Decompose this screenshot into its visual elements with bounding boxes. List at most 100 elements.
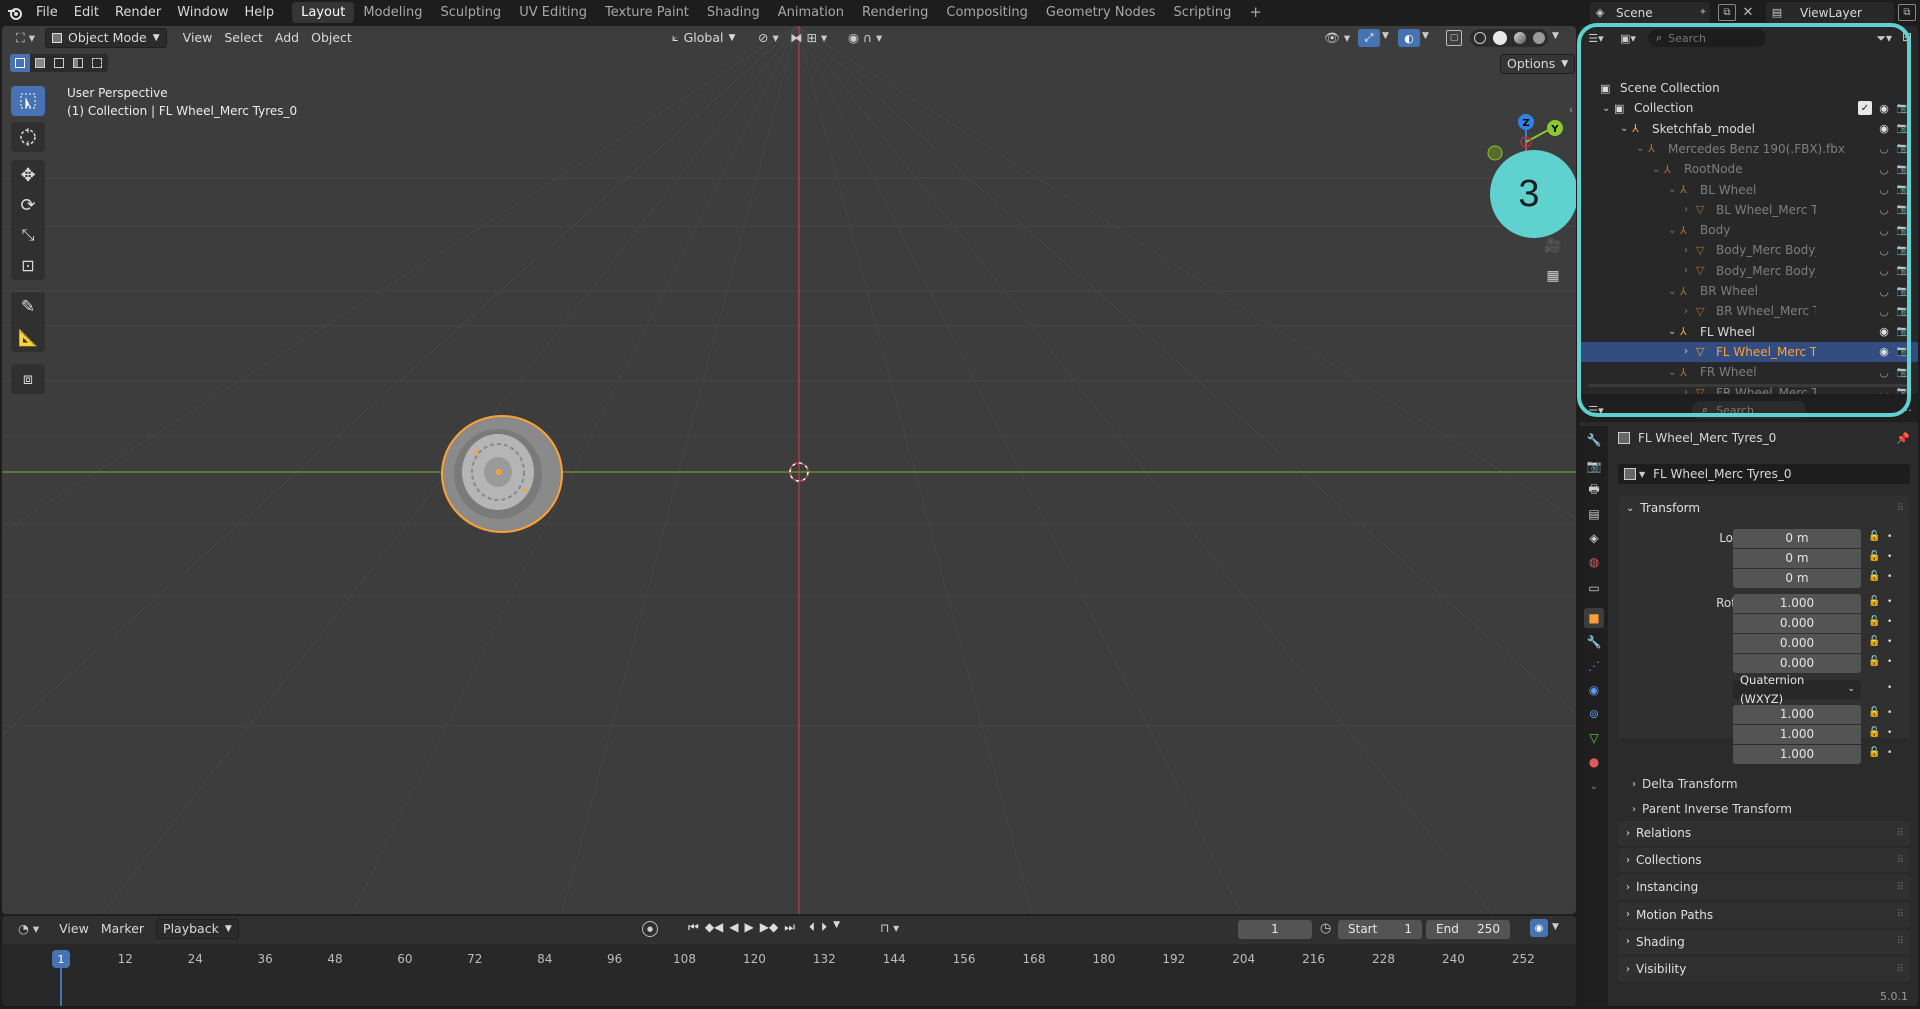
3d-viewport[interactable]: ⛶ ▾ Object Mode ▼ View Select Add Object… — [2, 26, 1576, 914]
xray-icon[interactable]: ▢ — [1446, 30, 1462, 46]
view-toggle-icon[interactable]: ◉ — [1530, 919, 1548, 937]
render-camera-icon[interactable]: 📷 — [1896, 365, 1910, 379]
lock-icon[interactable]: 🔓 — [1868, 707, 1880, 718]
select-subtract-icon[interactable] — [49, 54, 68, 72]
render-camera-icon[interactable]: 📷 — [1896, 162, 1910, 176]
render-camera-icon[interactable]: 📷 — [1896, 223, 1910, 237]
keyframe-dot-icon[interactable]: • — [1887, 617, 1892, 627]
current-frame-field[interactable]: 1 — [1238, 920, 1312, 939]
outliner-row[interactable]: ⌄ ⅄ FR Wheel ◡ 📷 — [1580, 362, 1918, 382]
cursor-tool[interactable] — [11, 122, 45, 152]
lock-icon[interactable]: 🔓 — [1868, 747, 1880, 758]
tab-modeling[interactable]: Modeling — [354, 2, 431, 23]
view-layer-tab-icon[interactable]: ▤ — [1584, 504, 1604, 524]
outliner-row[interactable]: ›▽ BR Wheel_Merc Tyre ◡ 📷 — [1580, 301, 1918, 321]
scene-tab-icon[interactable]: ◈ — [1584, 528, 1604, 548]
panel-shading[interactable]: › Shading ⠿ — [1618, 929, 1910, 954]
keyframe-dot-icon[interactable]: • — [1887, 728, 1892, 738]
lock-icon[interactable]: 🔓 — [1868, 551, 1880, 562]
visibility-eye-icon[interactable]: ◉ — [1877, 325, 1891, 339]
chevron-right-icon[interactable]: › — [1684, 245, 1696, 256]
render-camera-icon[interactable]: 📷 — [1896, 304, 1910, 318]
keyframe-dot-icon[interactable]: • — [1887, 532, 1892, 542]
timeline-menu-view[interactable]: View — [53, 919, 95, 939]
render-tab-icon[interactable]: 📷 — [1584, 456, 1604, 476]
outliner-row[interactable]: ⌄ ⅄ Body ◡ 📷 — [1580, 220, 1918, 240]
tab-sculpting[interactable]: Sculpting — [431, 2, 510, 23]
jump-start-icon[interactable]: ⏮ — [688, 920, 699, 935]
drag-handle-icon[interactable]: ⠿ — [1897, 964, 1904, 975]
measure-tool[interactable]: 📐 — [11, 322, 45, 352]
lock-icon[interactable]: 🔓 — [1868, 531, 1880, 542]
gizmo-toggle-icon[interactable]: ⤢ — [1358, 29, 1380, 47]
chevron-down-icon[interactable]: ⌄ — [1652, 164, 1664, 175]
scale-z-field[interactable]: 1.000 — [1733, 745, 1861, 764]
render-camera-icon[interactable]: 📷 — [1896, 183, 1910, 197]
outliner-scrollbar[interactable] — [1588, 384, 1908, 387]
render-camera-icon[interactable]: 📷 — [1896, 142, 1910, 156]
tab-texture-paint[interactable]: Texture Paint — [596, 2, 698, 23]
new-view-layer-icon[interactable]: ⧉ — [1898, 4, 1916, 21]
menu-file[interactable]: File — [28, 0, 66, 25]
menu-view[interactable]: View — [177, 28, 219, 48]
new-collection-icon[interactable]: ⊞ — [1902, 30, 1912, 44]
render-camera-icon[interactable]: 📷 — [1896, 122, 1910, 136]
view-layer-selector[interactable]: ▤ ViewLayer — [1766, 2, 1894, 23]
drag-handle-icon[interactable]: ⠿ — [1897, 882, 1904, 893]
select-invert-icon[interactable] — [68, 54, 87, 72]
render-camera-icon[interactable]: 📷 — [1896, 284, 1910, 298]
chevron-down-icon[interactable]: ⌄ — [1668, 225, 1680, 236]
drag-handle-icon[interactable]: ⠿ — [1897, 828, 1904, 839]
object-data-icon[interactable] — [1624, 468, 1636, 480]
visibility-eye-icon[interactable]: ◉ — [1877, 122, 1891, 136]
solid-shading-icon[interactable] — [1492, 31, 1507, 45]
outliner-row[interactable]: ›▽ BL Wheel_Merc Tyre ◡ 📷 — [1580, 200, 1918, 220]
chevron-down-icon[interactable]: ⌄ — [1668, 184, 1680, 195]
pin-icon[interactable]: ✦ — [1696, 7, 1710, 18]
keyframe-dot-icon[interactable]: • — [1887, 572, 1892, 582]
chevron-right-icon[interactable]: › — [1684, 265, 1696, 276]
visibility-eye-icon[interactable]: ◡ — [1877, 183, 1891, 197]
proportional-edit-icon[interactable]: ◉ ∩ ▾ — [842, 28, 888, 48]
keyframe-dot-icon[interactable]: • — [1887, 637, 1892, 647]
visibility-eye-icon[interactable]: ◉ — [1877, 345, 1891, 359]
auto-keying-icon[interactable]: ● — [642, 921, 658, 937]
timeline-menu-marker[interactable]: Marker — [95, 919, 150, 939]
next-frame-icon[interactable]: ⏵ — [821, 920, 827, 935]
delete-scene-icon[interactable]: ✕ — [1740, 4, 1756, 21]
tab-uv-editing[interactable]: UV Editing — [510, 2, 596, 23]
annotate-tool[interactable]: ✎ — [11, 292, 45, 322]
chevron-down-icon[interactable]: ⌄ — [1668, 367, 1680, 378]
rotation-x-field[interactable]: 0.000 — [1733, 614, 1861, 633]
start-frame-field[interactable]: Start 1 — [1338, 920, 1422, 939]
prev-frame-icon[interactable]: ⏴ — [809, 920, 815, 935]
tab-scripting[interactable]: Scripting — [1165, 2, 1241, 23]
chevron-down-icon[interactable]: ⌄ — [1636, 143, 1648, 154]
tab-compositing[interactable]: Compositing — [937, 2, 1037, 23]
display-mode-icon[interactable]: ▣▾ — [1612, 32, 1644, 45]
drag-handle-icon[interactable]: ⠿ — [1897, 855, 1904, 866]
delta-transform-subpanel[interactable]: › Delta Transform — [1632, 774, 1902, 794]
filter-icon[interactable]: ⏷▾ — [1876, 31, 1892, 46]
render-camera-icon[interactable]: 📷 — [1896, 264, 1910, 278]
preview-range-icon[interactable]: ◷ — [1320, 921, 1331, 936]
mode-dropdown[interactable]: Object Mode ▼ — [45, 28, 167, 48]
outliner-row[interactable]: ›▽ Body_Merc Body_0. ◡ 📷 — [1580, 261, 1918, 281]
chevron-down-icon[interactable]: ⌄ — [1602, 103, 1614, 114]
next-keyframe-icon[interactable]: ▶◆ — [760, 920, 778, 935]
select-intersect-icon[interactable] — [87, 54, 106, 72]
keyframe-dot-icon[interactable]: • — [1887, 683, 1892, 693]
outliner-row[interactable]: ⌄ ⅄ BL Wheel ◡ 📷 — [1580, 180, 1918, 200]
scene-selector[interactable]: ◈ Scene ✦ — [1590, 2, 1710, 23]
lock-icon[interactable]: 🔓 — [1868, 727, 1880, 738]
playhead[interactable]: 1 — [52, 950, 70, 968]
outliner-row[interactable]: ⌄ ⅄ Mercedes Benz 190(.FBX).fbx ◡ 📷 — [1580, 139, 1918, 159]
lock-icon[interactable]: 🔓 — [1868, 656, 1880, 667]
chevron-right-icon[interactable]: › — [1684, 387, 1696, 394]
chevron-down-icon[interactable]: ⌄ — [1668, 326, 1680, 337]
visibility-eye-icon[interactable]: ◡ — [1877, 142, 1891, 156]
outliner-row[interactable]: ›▽ Body_Merc Body_0 ◡ 📷 — [1580, 240, 1918, 260]
location-x-field[interactable]: 0 m — [1733, 529, 1861, 548]
data-tab-icon[interactable]: ▽ — [1584, 728, 1604, 748]
playback-dropdown[interactable]: Playback ▼ — [156, 919, 239, 939]
